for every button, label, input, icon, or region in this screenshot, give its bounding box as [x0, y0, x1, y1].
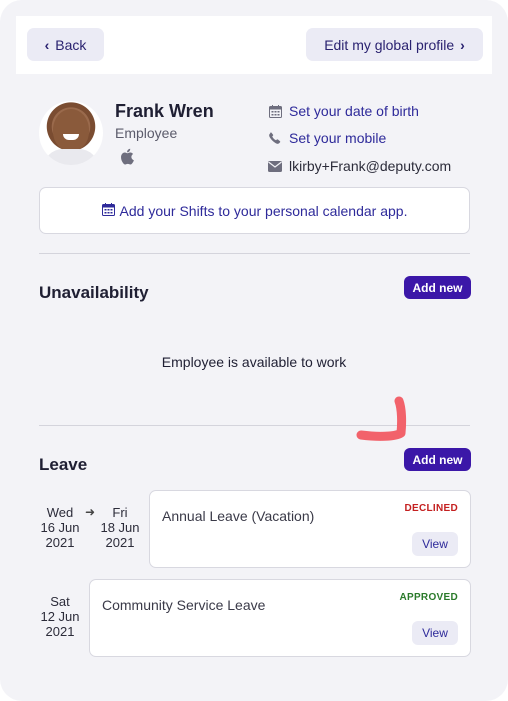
- leave-card[interactable]: Community Service Leave APPROVED View: [89, 579, 471, 657]
- email-row: lkirby+Frank@deputy.com: [268, 158, 451, 174]
- arrow-right-icon: ➜: [85, 505, 96, 519]
- divider: [39, 253, 470, 254]
- end-day: Fri: [112, 505, 128, 520]
- mobile-row: Set your mobile: [268, 130, 386, 146]
- email-text: lkirby+Frank@deputy.com: [289, 158, 452, 174]
- view-leave-button[interactable]: View: [412, 621, 458, 645]
- avatar: [39, 101, 103, 165]
- end-date: 18 Jun: [100, 520, 140, 535]
- start-year: 2021: [45, 535, 75, 550]
- calendar-icon: [101, 202, 115, 219]
- end-year: 2021: [105, 535, 135, 550]
- add-leave-button[interactable]: Add new: [404, 448, 471, 471]
- chevron-left-icon: ‹: [44, 36, 50, 53]
- add-shifts-calendar-link[interactable]: Add your Shifts to your personal calenda…: [39, 187, 470, 234]
- set-dob-link[interactable]: Set your date of birth: [289, 103, 419, 119]
- edit-global-profile-button[interactable]: Edit my global profile ›: [306, 28, 483, 61]
- unavailability-title: Unavailability: [39, 283, 149, 302]
- avatar-shirt: [43, 149, 99, 165]
- start-day: Wed: [46, 505, 74, 520]
- phone-icon: [268, 131, 282, 145]
- apple-icon: [121, 148, 134, 165]
- leave-title: Leave: [39, 455, 88, 474]
- view-leave-button[interactable]: View: [412, 532, 458, 556]
- add-unavailability-button[interactable]: Add new: [404, 276, 471, 299]
- employee-role: Employee: [115, 125, 178, 141]
- annotation-mark: [356, 396, 407, 441]
- back-label: Back: [55, 36, 87, 53]
- leave-card[interactable]: Annual Leave (Vacation) DECLINED View: [149, 490, 471, 568]
- avatar-face: [53, 109, 89, 151]
- start-year: 2021: [45, 624, 75, 639]
- leave-type: Community Service Leave: [102, 597, 266, 613]
- leave-type: Annual Leave (Vacation): [162, 508, 315, 524]
- availability-status-text: Employee is available to work: [161, 354, 347, 370]
- leave-end-date: Fri 18 Jun 2021: [100, 505, 140, 550]
- start-date: 16 Jun: [40, 520, 80, 535]
- chevron-right-icon: ›: [460, 36, 465, 53]
- dob-row: Set your date of birth: [268, 103, 419, 119]
- status-badge: DECLINED: [404, 503, 458, 514]
- employee-name: Frank Wren: [115, 101, 214, 121]
- add-shifts-label: Add your Shifts to your personal calenda…: [119, 202, 408, 219]
- back-button[interactable]: ‹ Back: [27, 28, 104, 61]
- envelope-icon: [268, 159, 282, 173]
- start-date: 12 Jun: [40, 609, 80, 624]
- calendar-icon: [268, 104, 282, 118]
- leave-start-date: Sat 12 Jun 2021: [40, 594, 80, 639]
- set-mobile-link[interactable]: Set your mobile: [289, 130, 386, 146]
- status-badge: APPROVED: [399, 592, 458, 603]
- start-day: Sat: [50, 594, 70, 609]
- leave-start-date: Wed 16 Jun 2021: [40, 505, 80, 550]
- profile-panel: ‹ Back Edit my global profile › Frank Wr…: [0, 0, 508, 701]
- top-bar: ‹ Back Edit my global profile ›: [16, 16, 492, 74]
- edit-profile-label: Edit my global profile: [324, 36, 455, 53]
